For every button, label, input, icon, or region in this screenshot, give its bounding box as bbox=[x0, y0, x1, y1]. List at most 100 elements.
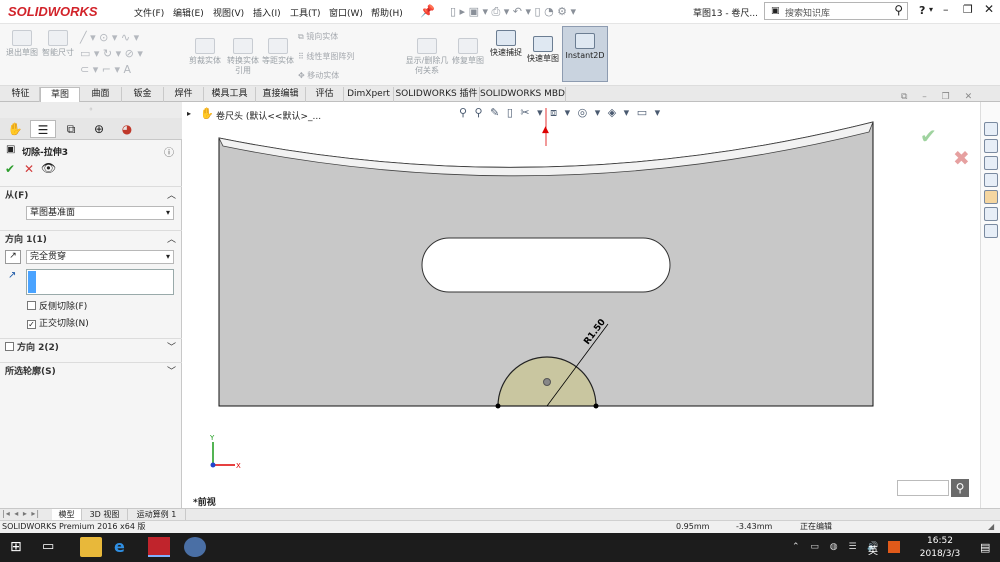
property-manager-tab-icon[interactable]: ☰ bbox=[30, 120, 56, 138]
help-button[interactable]: ? bbox=[919, 4, 925, 17]
tab-sketch[interactable]: 草图 bbox=[40, 87, 80, 102]
help-dropdown-icon[interactable]: ▾ bbox=[929, 5, 933, 14]
display-manager-tab-icon[interactable]: ◕ bbox=[114, 120, 140, 138]
app-taskbar-icon[interactable] bbox=[184, 537, 206, 557]
direction1-section-header[interactable]: 方向 1(1) ︿ bbox=[0, 230, 182, 248]
menu-insert[interactable]: 插入(I) bbox=[253, 6, 281, 19]
status-bar: SOLIDWORKS Premium 2016 x64 版 0.95mm -3.… bbox=[0, 520, 1000, 533]
search-box[interactable]: ▣ 搜索知识库 ⚲ bbox=[764, 2, 908, 20]
menu-tools[interactable]: 工具(T) bbox=[290, 6, 321, 19]
search-icon[interactable]: ⚲ bbox=[894, 3, 903, 17]
forum-icon[interactable] bbox=[984, 224, 998, 238]
display-relations-button[interactable]: 显示/删除几何关系 bbox=[402, 38, 452, 76]
ok-icon[interactable]: ✔ bbox=[5, 162, 15, 176]
file-explorer-taskbar-icon[interactable] bbox=[80, 537, 102, 557]
ime-indicator[interactable]: 英 bbox=[868, 542, 878, 557]
menu-window[interactable]: 窗口(W) bbox=[329, 6, 363, 19]
close-icon[interactable]: ✕ bbox=[984, 2, 994, 16]
clock-time[interactable]: 16:52 bbox=[920, 536, 960, 546]
pin-icon[interactable]: 📌 bbox=[420, 4, 435, 18]
trim-entities-button[interactable]: 剪裁实体 bbox=[186, 38, 224, 66]
view-orientation-label: *前视 bbox=[193, 498, 216, 508]
checkbox-box bbox=[27, 301, 36, 310]
model-canvas[interactable]: R1.50 ▲ X Y bbox=[183, 102, 980, 508]
windows-start-icon[interactable]: ⊞ bbox=[10, 537, 32, 557]
checkbox-box: ✓ bbox=[27, 320, 36, 329]
tab-mbd[interactable]: SOLIDWORKS MBD bbox=[480, 87, 566, 102]
direction-selection-box[interactable] bbox=[26, 269, 174, 295]
from-section-header[interactable]: 从(F) ︿ bbox=[0, 186, 182, 204]
input-method-icon[interactable] bbox=[888, 541, 900, 553]
checkbox-box bbox=[5, 342, 14, 351]
tab-features[interactable]: 特征 bbox=[2, 87, 40, 102]
panel-grip[interactable]: ◦ bbox=[0, 102, 182, 118]
tab-evaluate[interactable]: 评估 bbox=[306, 87, 344, 102]
tab-addins[interactable]: SOLIDWORKS 插件 bbox=[394, 87, 480, 102]
clock-date[interactable]: 2018/3/3 bbox=[912, 549, 968, 559]
chevron-down-icon: ▾ bbox=[165, 252, 170, 261]
sketch-endpoint bbox=[593, 403, 599, 409]
mirror-entities-button[interactable]: ⧉ 镜向实体 bbox=[298, 31, 338, 42]
tab-sheet-metal[interactable]: 钣金 bbox=[122, 87, 164, 102]
tab-direct-editing[interactable]: 直接编辑 bbox=[256, 87, 306, 102]
normal-cut-checkbox[interactable]: ✓ 正交切除(N) bbox=[27, 318, 89, 330]
move-entities-button[interactable]: ✥ 移动实体 bbox=[298, 70, 339, 81]
dimxpert-tab-icon[interactable]: ⊕ bbox=[86, 120, 112, 138]
appearances-icon[interactable] bbox=[984, 190, 998, 204]
help-icon[interactable]: ⓘ bbox=[164, 144, 174, 159]
menu-edit[interactable]: 编辑(E) bbox=[173, 6, 204, 19]
config-manager-tab-icon[interactable]: ⧉ bbox=[58, 120, 84, 138]
repair-sketch-button[interactable]: 修复草图 bbox=[452, 38, 484, 66]
direction-vector-icon: ↗ bbox=[8, 270, 17, 281]
direction2-checkbox[interactable] bbox=[5, 342, 17, 353]
quick-access-toolbar[interactable]: ▯ ▸ ▣ ▾ ⎙ ▾ ↶ ▾ ▯ ◔ ⚙ ▾ bbox=[450, 5, 576, 19]
instant2d-button[interactable]: Instant2D bbox=[562, 26, 608, 82]
viewport-search-input[interactable] bbox=[897, 480, 949, 496]
solidworks-taskbar-icon[interactable] bbox=[148, 537, 170, 557]
exit-sketch-icon bbox=[12, 30, 32, 46]
design-library-icon[interactable] bbox=[984, 156, 998, 170]
cancel-icon[interactable]: ✕ bbox=[24, 162, 34, 176]
exit-sketch-button[interactable]: 退出草图 bbox=[4, 30, 40, 58]
tab-weldments[interactable]: 焊件 bbox=[164, 87, 204, 102]
resize-grip-icon[interactable]: ◢ bbox=[988, 521, 994, 533]
from-select[interactable]: 草图基准面 ▾ bbox=[26, 206, 174, 220]
offset-entities-button[interactable]: 等距实体 bbox=[262, 38, 294, 66]
tab-scroll-arrows[interactable]: |◂ ◂ ▸ ▸| bbox=[2, 509, 40, 518]
triad-y-label: Y bbox=[209, 434, 215, 442]
tab-dimxpert[interactable]: DimXpert bbox=[344, 87, 394, 102]
tab-mold-tools[interactable]: 模具工具 bbox=[204, 87, 256, 102]
menu-file[interactable]: 文件(F) bbox=[134, 6, 164, 19]
smart-dimension-button[interactable]: 智能尺寸 bbox=[40, 30, 76, 58]
menu-view[interactable]: 视图(V) bbox=[213, 6, 244, 19]
reverse-direction-icon[interactable]: ↗ bbox=[5, 250, 21, 264]
graphics-area[interactable]: ▸ ✋ 卷尺头 (默认<<默认>_... ⚲ ⚲ ✎ ▯ ✂ ▾ ⧈ ▾ ◎ ▾… bbox=[183, 92, 980, 508]
home-icon[interactable] bbox=[984, 122, 998, 136]
app-logo: SOLIDWORKS bbox=[8, 4, 98, 19]
edge-browser-icon[interactable]: e bbox=[114, 537, 136, 557]
restore-icon[interactable]: ❐ bbox=[963, 3, 973, 16]
minimize-icon[interactable]: – bbox=[943, 3, 949, 16]
tab-surfaces[interactable]: 曲面 bbox=[80, 87, 122, 102]
quick-snaps-button[interactable]: 快速捕捉 bbox=[488, 30, 524, 58]
end-condition-select[interactable]: 完全贯穿 ▾ bbox=[26, 250, 174, 264]
viewport-search-icon[interactable]: ⚲ bbox=[951, 479, 969, 497]
task-view-icon[interactable]: ▭ bbox=[42, 537, 64, 557]
menu-help[interactable]: 帮助(H) bbox=[371, 6, 403, 19]
file-explorer-icon[interactable] bbox=[984, 173, 998, 187]
linear-pattern-button[interactable]: ⠿ 线性草图阵列 bbox=[298, 51, 354, 62]
search-input[interactable]: 搜索知识库 bbox=[785, 6, 830, 19]
rapid-sketch-button[interactable]: 快速草图 bbox=[526, 36, 560, 64]
feature-tree-tab-icon[interactable]: ✋ bbox=[2, 120, 28, 138]
resources-icon[interactable] bbox=[984, 139, 998, 153]
convert-entities-button[interactable]: 转换实体引用 bbox=[224, 38, 262, 76]
notifications-icon[interactable]: ▤ bbox=[980, 541, 990, 554]
flip-side-checkbox[interactable]: 反侧切除(F) bbox=[27, 301, 87, 313]
viewport-window-controls[interactable]: ⧉ – ❐ ✕ bbox=[901, 92, 978, 102]
cursor-x: 0.95mm bbox=[676, 522, 710, 531]
custom-properties-icon[interactable] bbox=[984, 207, 998, 221]
preview-eye-icon[interactable]: 👁 bbox=[41, 161, 56, 175]
selected-contours-header[interactable]: 所选轮廓(S) ﹀ bbox=[0, 362, 182, 380]
sketch-entity-tools[interactable]: ╱ ▾ ⊙ ▾ ∿ ▾ ▭ ▾ ↻ ▾ ⊘ ▾ ⊂ ▾ ⌐ ▾ A bbox=[80, 30, 180, 80]
direction2-section-header[interactable]: 方向 2(2) ﹀ bbox=[0, 338, 182, 356]
